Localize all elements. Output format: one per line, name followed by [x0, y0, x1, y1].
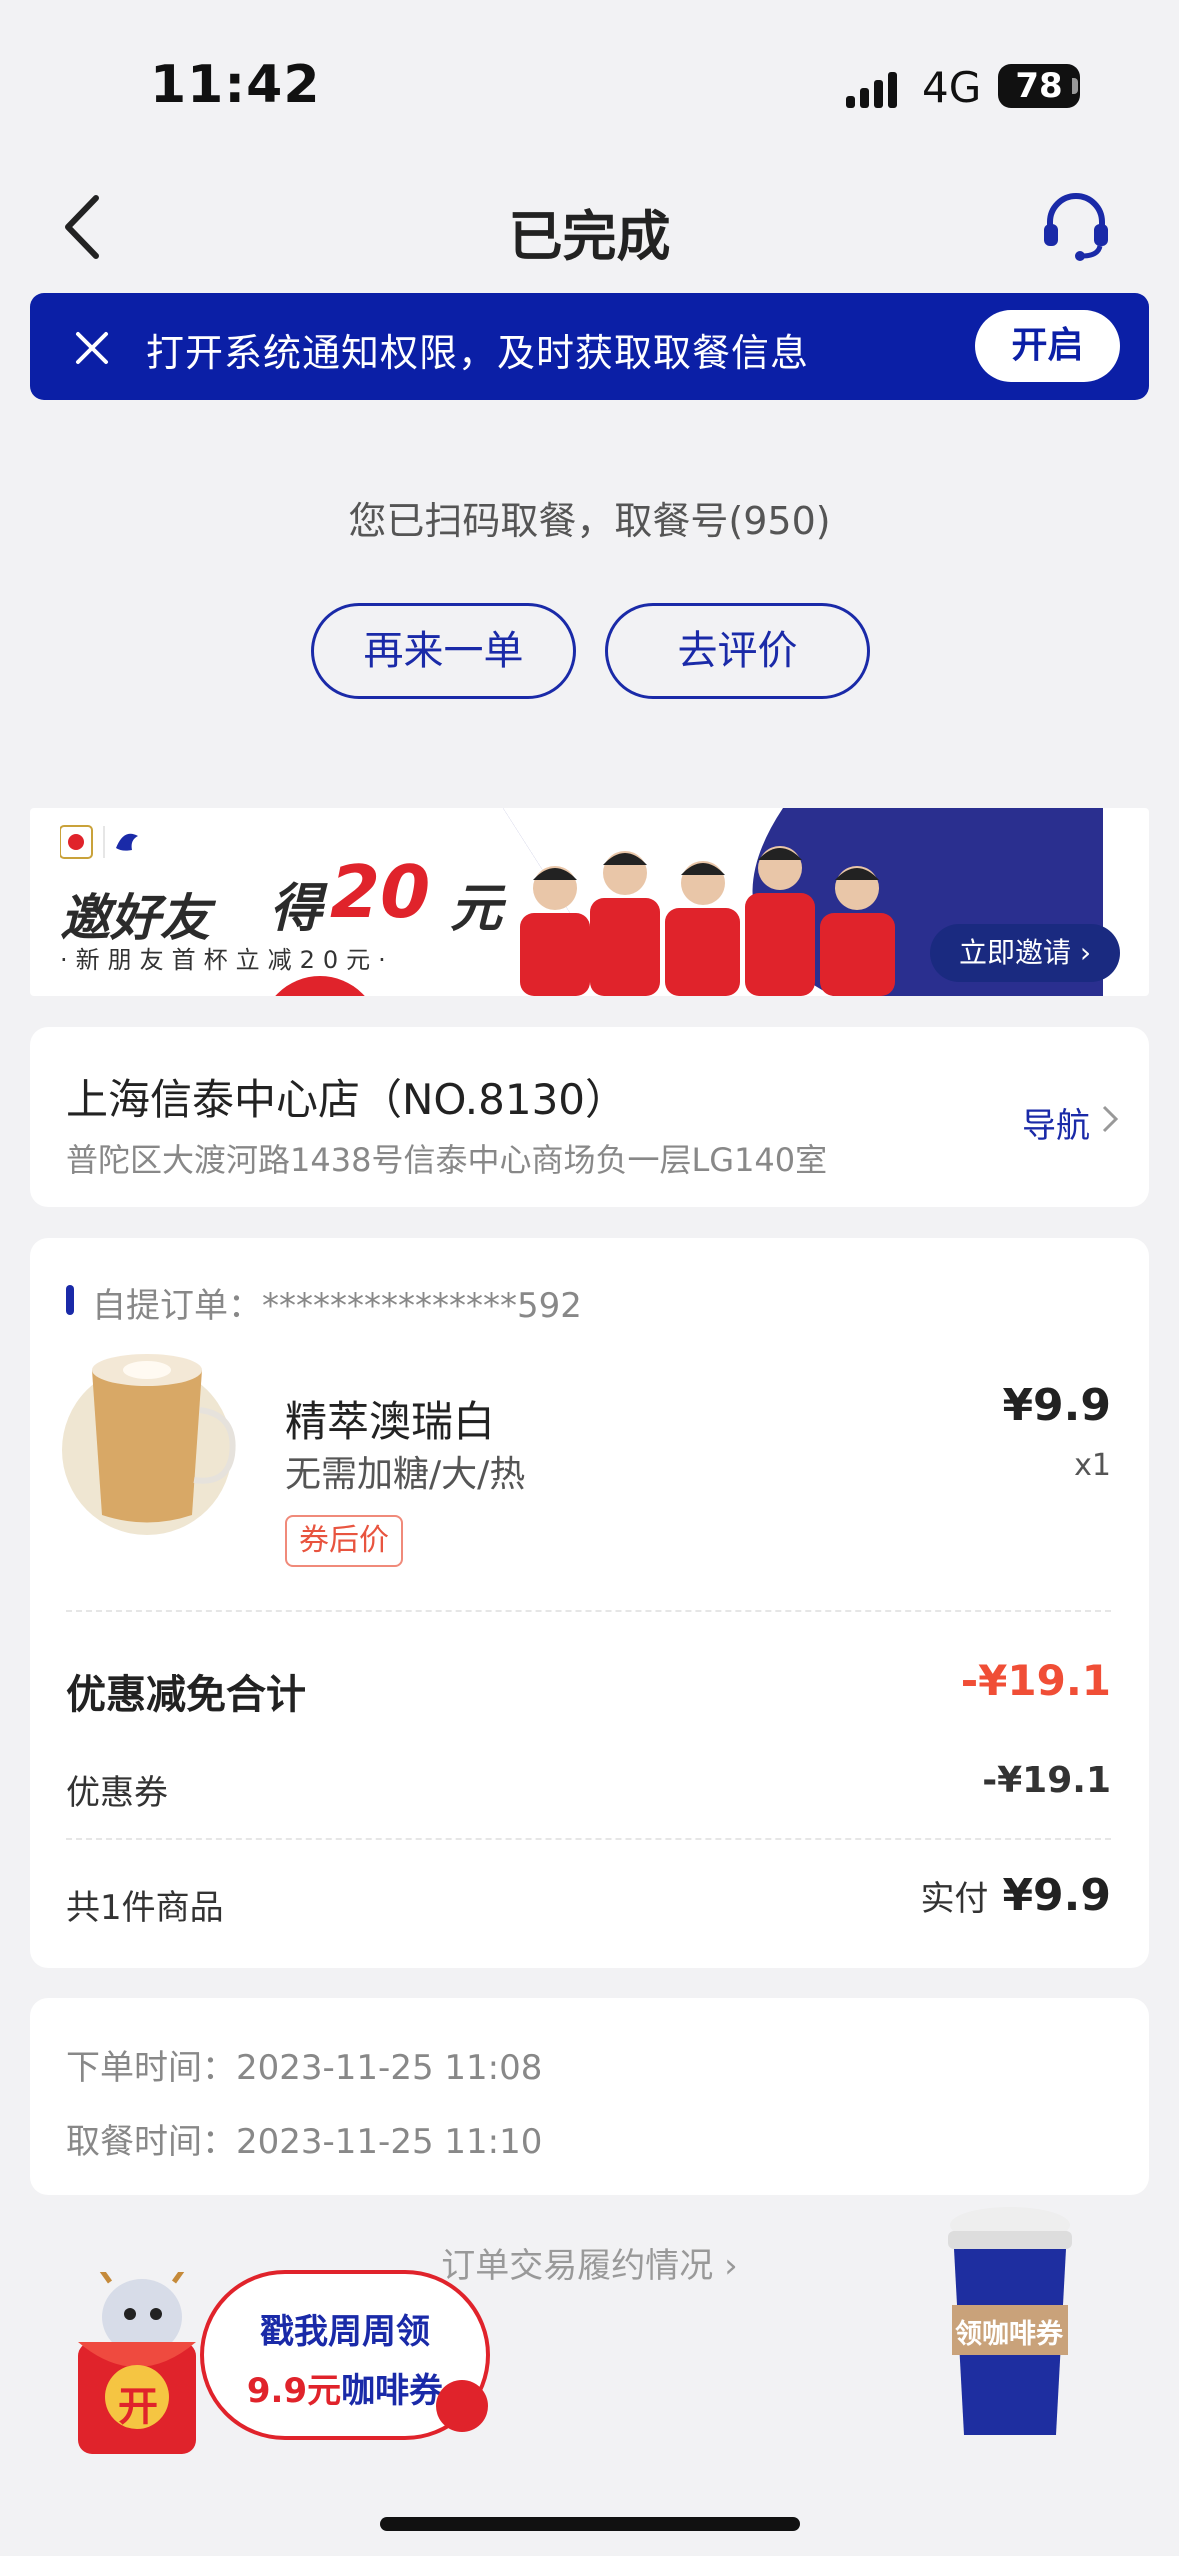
coupon-price-tag: 券后价 [285, 1515, 403, 1567]
signal-icon [846, 72, 897, 108]
invite-friends-banner[interactable]: 邀好友 得 20 元 ·新朋友首杯立减20元· 立即邀请 › [30, 808, 1149, 996]
home-indicator[interactable] [380, 2517, 800, 2531]
store-name: 上海信泰中心店（NO.8130） [66, 1075, 628, 1124]
bubble-suffix: 咖啡券 [341, 2371, 444, 2411]
item-count: 共1件商品 [66, 1888, 224, 1928]
coupon-label: 优惠券 [66, 1773, 168, 1813]
banner-amount: 20 [330, 850, 431, 934]
status-time: 11:42 [150, 55, 321, 115]
bubble-amount: 9.9元 [246, 2371, 342, 2411]
item-quantity: x1 [1074, 1448, 1111, 1483]
chevron-right-icon [1102, 1105, 1119, 1133]
banner-unit: 元 [450, 879, 503, 939]
page-title: 已完成 [508, 205, 671, 268]
divider [66, 1838, 1111, 1840]
network-type: 4G [922, 63, 982, 112]
order-time-value: 2023-11-25 11:08 [236, 2048, 543, 2088]
headset-icon[interactable] [1040, 190, 1112, 262]
paid-value: ¥9.9 [1002, 1870, 1111, 1921]
item-name: 精萃澳瑞白 [285, 1397, 496, 1446]
discount-total-value: -¥19.1 [960, 1656, 1111, 1705]
brand-logos-icon [60, 825, 138, 859]
reorder-button[interactable]: 再来一单 [311, 603, 576, 699]
navigation-link[interactable]: 导航 [1022, 1098, 1090, 1147]
pickup-time-value: 2023-11-25 11:10 [236, 2122, 543, 2162]
invite-button-label: 立即邀请 [958, 936, 1071, 969]
paid-amount: 实付 ¥9.9 [920, 1870, 1111, 1921]
bubble-dot [436, 2380, 488, 2432]
review-button[interactable]: 去评价 [605, 603, 870, 699]
order-number-value: ***************592 [262, 1286, 582, 1326]
fulfilment-link-label: 订单交易履约情况 [441, 2246, 714, 2286]
order-accent-bar [66, 1285, 74, 1315]
bubble-line1: 戳我周周领 [260, 2312, 430, 2352]
pickup-time-label: 取餐时间： [66, 2122, 236, 2162]
item-price: ¥9.9 [1002, 1380, 1111, 1431]
battery-cap [1072, 78, 1078, 94]
invite-button[interactable]: 立即邀请 › [930, 924, 1120, 982]
close-icon[interactable] [70, 326, 114, 370]
item-spec: 无需加糖/大/热 [285, 1454, 526, 1495]
store-address: 普陀区大渡河路1438号信泰中心商场负一层LG140室 [66, 1141, 828, 1179]
paid-label: 实付 [920, 1879, 989, 1919]
coupon-value: -¥19.1 [982, 1760, 1111, 1801]
battery-indicator: 78 [998, 64, 1080, 108]
envelope-open-char: 开 [118, 2384, 158, 2430]
athletes-image [520, 846, 895, 996]
banner-headline-get: 得 [270, 879, 323, 939]
enable-notification-button[interactable]: 开启 [975, 310, 1120, 382]
order-time-label: 下单时间： [66, 2048, 236, 2088]
order-number: 自提订单：***************592 [92, 1278, 582, 1327]
pickup-time-row: 取餐时间：2023-11-25 11:10 [66, 2114, 542, 2163]
banner-subline: ·新朋友首杯立减20元· [60, 946, 394, 974]
pickup-message: 您已扫码取餐，取餐号(950) [348, 499, 831, 543]
notification-text: 打开系统通知权限，及时获取取餐信息 [146, 331, 810, 375]
cup-label: 领咖啡券 [955, 2319, 1063, 2350]
divider [66, 1610, 1111, 1612]
coffee-cup-image [62, 1354, 236, 1535]
banner-decoration [260, 976, 380, 996]
time-card [30, 1998, 1149, 2195]
order-label: 自提订单： [92, 1286, 262, 1326]
discount-total-label: 优惠减免合计 [66, 1672, 306, 1718]
order-time-row: 下单时间：2023-11-25 11:08 [66, 2040, 542, 2089]
